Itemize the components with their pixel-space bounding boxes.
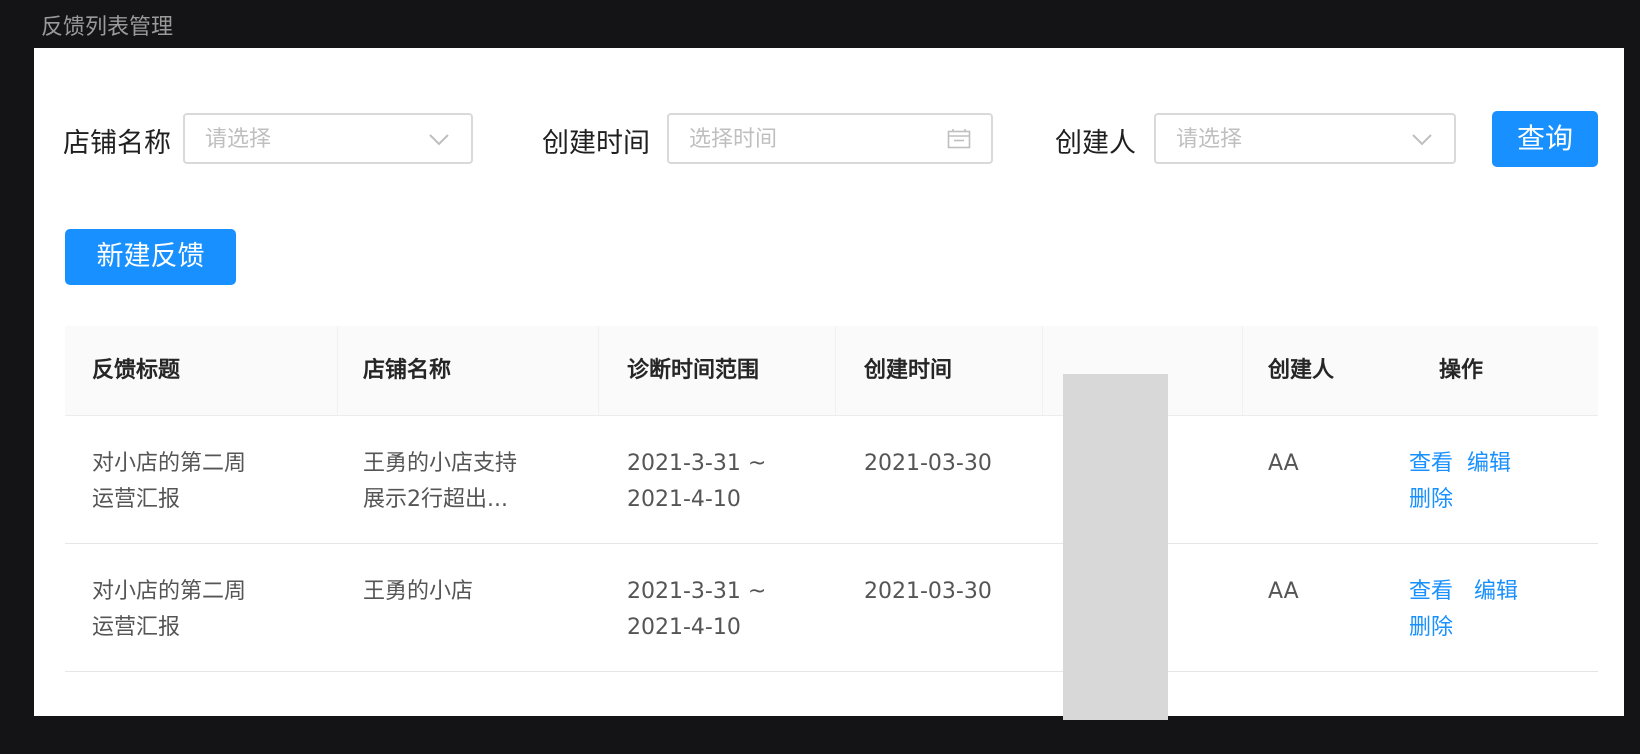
shop-name-cell: 王勇的小店支持 展示2行超出... [363, 446, 553, 518]
diagnosis-range-cell: 2021-3-31 ~ 2021-4-10 [627, 446, 817, 518]
column-header-actions: 操作 [1439, 358, 1484, 383]
feedback-table: 反馈标题 店铺名称 诊断时间范围 创建时间 创建人 操作 对小店的第二周 运营汇… [65, 326, 1598, 672]
creator-select-placeholder: 请选择 [1176, 127, 1243, 152]
chevron-down-icon [1410, 128, 1434, 150]
query-button[interactable]: 查询 [1492, 111, 1598, 167]
diagnosis-range-cell: 2021-3-31 ~ 2021-4-10 [627, 574, 817, 646]
feedback-list-panel: 店铺名称 请选择 创建时间 选择时间 创建人 请选择 查询 新建反馈 反馈标题 … [34, 48, 1624, 720]
column-header-shop: 店铺名称 [363, 358, 452, 383]
hidden-column-placeholder [1063, 374, 1168, 720]
delete-link[interactable]: 删除 [1409, 615, 1453, 640]
row-actions: 查看 编辑 删除 [1409, 574, 1549, 646]
creator-cell: AA [1268, 451, 1299, 476]
page-title: 反馈列表管理 [41, 15, 174, 40]
feedback-title-cell: 对小店的第二周 运营汇报 [92, 574, 282, 646]
column-separator [598, 326, 599, 415]
row-actions: 查看 编辑 删除 [1409, 446, 1549, 518]
table-row: 对小店的第二周 运营汇报 王勇的小店 2021-3-31 ~ 2021-4-10… [65, 544, 1598, 672]
cell-text: 对小店的第二周 [92, 451, 247, 476]
shop-select-placeholder: 请选择 [205, 127, 272, 152]
cell-text: 王勇的小店 [363, 579, 474, 604]
column-header-range: 诊断时间范围 [627, 358, 760, 383]
view-link[interactable]: 查看 [1409, 451, 1453, 476]
cell-text: 2021-4-10 [627, 487, 741, 512]
created-time-placeholder: 选择时间 [689, 127, 778, 152]
table-header: 反馈标题 店铺名称 诊断时间范围 创建时间 创建人 操作 [65, 326, 1598, 416]
shop-filter-label: 店铺名称 [63, 128, 171, 159]
created-time-picker[interactable]: 选择时间 [667, 113, 993, 164]
creator-filter-label: 创建人 [1055, 128, 1136, 159]
cell-text: 运营汇报 [92, 615, 181, 640]
created-time-cell: 2021-03-30 [864, 579, 992, 604]
new-feedback-button[interactable]: 新建反馈 [65, 229, 236, 285]
cell-text: 运营汇报 [92, 487, 181, 512]
created-time-filter-label: 创建时间 [542, 128, 650, 159]
shop-name-cell: 王勇的小店 [363, 574, 553, 610]
delete-link[interactable]: 删除 [1409, 487, 1453, 512]
table-row: 对小店的第二周 运营汇报 王勇的小店支持 展示2行超出... 2021-3-31… [65, 416, 1598, 544]
created-time-cell: 2021-03-30 [864, 451, 992, 476]
cell-text: 2021-4-10 [627, 615, 741, 640]
view-link[interactable]: 查看 [1409, 579, 1453, 604]
column-separator [337, 326, 338, 415]
edit-link[interactable]: 编辑 [1467, 451, 1511, 476]
column-separator [1242, 326, 1243, 415]
column-separator [835, 326, 836, 415]
column-separator [1042, 326, 1043, 415]
chevron-down-icon [427, 128, 451, 150]
edit-link[interactable]: 编辑 [1474, 579, 1518, 604]
cell-text: 王勇的小店支持 [363, 451, 518, 476]
creator-select[interactable]: 请选择 [1154, 113, 1456, 164]
creator-cell: AA [1268, 579, 1299, 604]
cell-text: 展示2行超出... [363, 487, 508, 512]
feedback-title-cell: 对小店的第二周 运营汇报 [92, 446, 282, 518]
column-header-created: 创建时间 [864, 358, 953, 383]
cell-text: 2021-3-31 ~ [627, 451, 767, 476]
column-header-creator: 创建人 [1268, 358, 1335, 383]
cell-text: 对小店的第二周 [92, 579, 247, 604]
shop-select[interactable]: 请选择 [183, 113, 473, 164]
calendar-icon [947, 128, 971, 150]
cell-text: 2021-3-31 ~ [627, 579, 767, 604]
column-header-title: 反馈标题 [92, 358, 181, 383]
